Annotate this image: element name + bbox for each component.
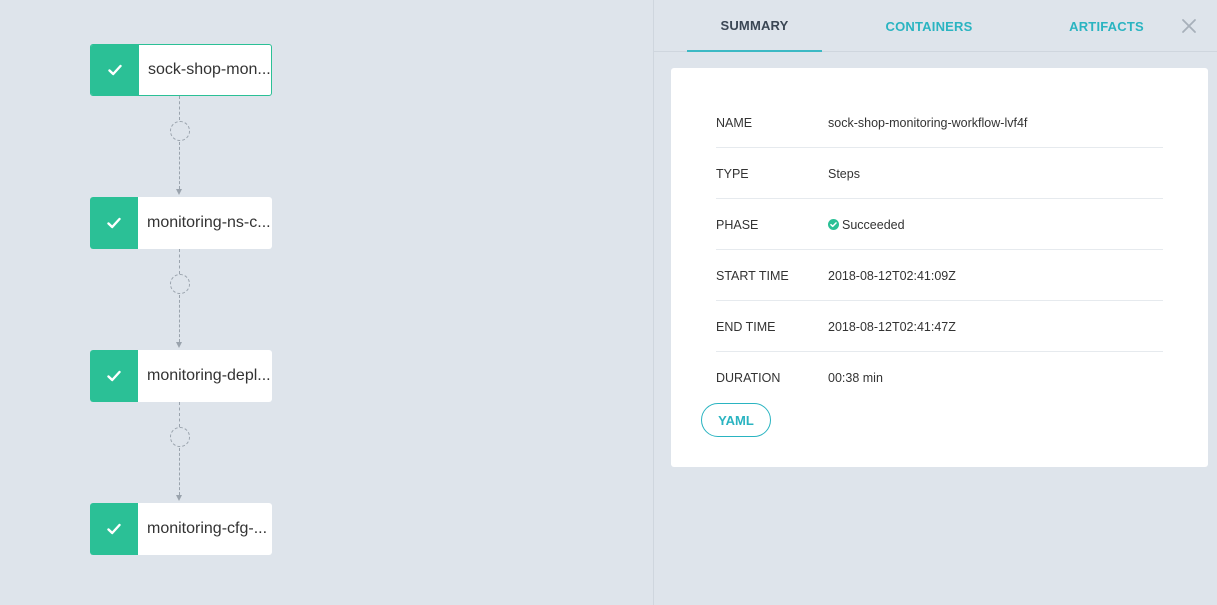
row-key: TYPE [716,166,749,181]
node-label: monitoring-depl... [147,367,271,384]
row-value: 2018-08-12T02:41:09Z [828,268,956,283]
row-key: NAME [716,115,753,130]
edge-line [179,249,180,274]
summary-row-duration: DURATION 00:38 min [716,352,1163,403]
tab-containers[interactable]: CONTAINERS [864,0,994,52]
summary-row-end-time: END TIME 2018-08-12T02:41:47Z [716,301,1163,352]
edge-joint [170,121,190,141]
summary-row-start-time: START TIME 2018-08-12T02:41:09Z [716,250,1163,301]
row-value: sock-shop-monitoring-workflow-lvf4f [828,115,1028,130]
row-value: 00:38 min [828,370,883,385]
workflow-node-4[interactable]: monitoring-cfg-... [90,503,272,555]
edge-line [179,142,180,189]
check-icon [91,45,139,95]
yaml-button[interactable]: YAML [701,403,771,437]
edge-joint [170,427,190,447]
row-key: END TIME [716,319,776,334]
edge-joint [170,274,190,294]
check-icon [90,503,138,555]
workflow-node-1[interactable]: sock-shop-mon... [90,44,272,96]
edge-line [179,295,180,342]
check-icon [90,350,138,402]
tab-bar: SUMMARY CONTAINERS ARTIFACTS [654,0,1217,52]
tab-artifacts[interactable]: ARTIFACTS [1044,0,1169,52]
arrow-down-icon [176,189,182,195]
row-key: START TIME [716,268,789,283]
arrow-down-icon [176,342,182,348]
summary-row-type: TYPE Steps [716,148,1163,199]
node-label: sock-shop-mon... [148,61,271,78]
row-key: PHASE [716,217,759,232]
node-label: monitoring-ns-c... [147,214,271,231]
workflow-node-3[interactable]: monitoring-depl... [90,350,272,402]
edge-line [179,448,180,495]
row-value: Steps [828,166,860,181]
close-icon[interactable] [1180,17,1198,35]
edge-line [179,96,180,120]
row-value: 2018-08-12T02:41:47Z [828,319,956,334]
tab-summary[interactable]: SUMMARY [687,0,822,52]
workflow-graph: sock-shop-mon... monitoring-ns-c... moni… [0,0,653,605]
arrow-down-icon [176,495,182,501]
row-key: DURATION [716,370,781,385]
summary-card: NAME sock-shop-monitoring-workflow-lvf4f… [671,68,1208,467]
edge-line [179,402,180,427]
summary-row-phase: PHASE Succeeded [716,199,1163,250]
node-label: monitoring-cfg-... [147,520,268,537]
workflow-node-2[interactable]: monitoring-ns-c... [90,197,272,249]
phase-text: Succeeded [842,217,905,232]
check-circle-icon [828,219,839,230]
row-value-phase: Succeeded [828,199,905,250]
check-icon [90,197,138,249]
summary-row-name: NAME sock-shop-monitoring-workflow-lvf4f [716,97,1163,148]
details-panel: SUMMARY CONTAINERS ARTIFACTS NAME sock-s… [653,0,1217,605]
